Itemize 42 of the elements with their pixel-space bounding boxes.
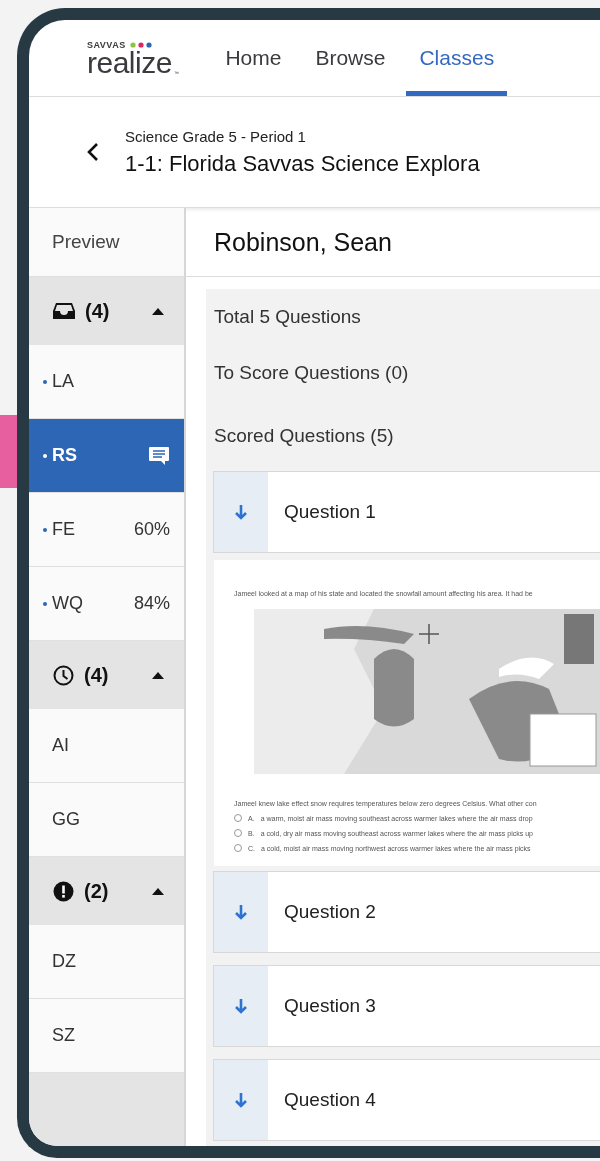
caret-up-icon — [152, 671, 164, 679]
student-item[interactable]: DZ — [29, 925, 184, 999]
inbox-icon — [53, 302, 75, 320]
student-item[interactable]: GG — [29, 783, 184, 857]
preview-label: Preview — [29, 208, 184, 277]
student-item[interactable]: WQ 84% — [29, 567, 184, 641]
nav-tab[interactable]: Browse — [302, 20, 399, 96]
chevron-left-icon — [87, 142, 99, 162]
student-item[interactable]: FE 60% — [29, 493, 184, 567]
arrow-down-icon — [234, 504, 248, 520]
question-row[interactable]: Question 3 — [213, 965, 600, 1047]
logo-brand: SAVVAS — [87, 40, 126, 50]
student-item[interactable]: RS — [29, 419, 184, 493]
assignment-title: 1-1: Florida Savvas Science Explora — [125, 150, 480, 177]
nav-tab[interactable]: Home — [212, 20, 295, 96]
student-name: Robinson, Sean — [186, 208, 600, 277]
score-text: 60% — [133, 519, 170, 540]
question-row[interactable]: Question 2 — [213, 871, 600, 953]
question-row[interactable]: Question 4 — [213, 1059, 600, 1141]
radio-button[interactable] — [234, 829, 242, 837]
caret-up-icon — [152, 307, 164, 315]
student-item[interactable]: LA — [29, 345, 184, 419]
back-button[interactable] — [87, 142, 99, 162]
summary-text: Scored Questions (5) — [214, 424, 395, 448]
clock-icon — [53, 664, 74, 686]
radio-button[interactable] — [234, 814, 242, 822]
nav-tab[interactable]: Classes — [406, 20, 508, 96]
alert-icon — [53, 880, 74, 902]
score-text: 84% — [133, 593, 170, 614]
arrow-down-icon — [234, 904, 248, 920]
arrow-down-icon — [234, 1092, 248, 1108]
logo-wordmark: realize — [87, 49, 172, 76]
logo-dots-icon — [129, 42, 154, 48]
summary-text: To Score Questions (0) — [214, 361, 410, 385]
radio-button[interactable] — [234, 844, 242, 852]
class-name: Science Grade 5 - Period 1 — [125, 127, 307, 145]
student-item[interactable]: AI — [29, 709, 184, 783]
caret-up-icon — [152, 887, 164, 895]
arrow-down-icon — [234, 998, 248, 1014]
student-item[interactable]: SZ — [29, 999, 184, 1073]
question-row[interactable]: Question 1 — [213, 471, 600, 553]
summary-text: Total 5 Questions — [214, 305, 362, 329]
